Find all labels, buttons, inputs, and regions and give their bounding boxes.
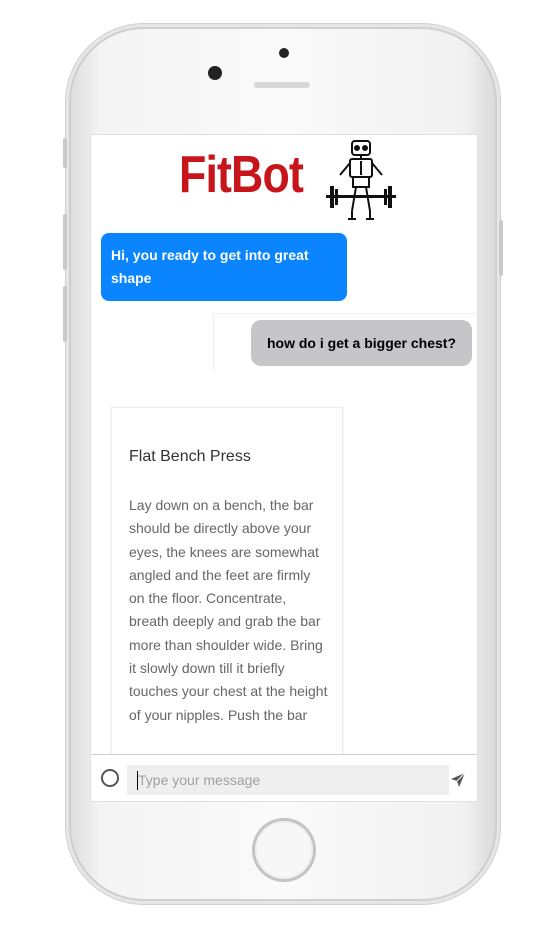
user-message-bubble: how do i get a bigger chest? <box>251 320 472 366</box>
text-caret <box>137 771 138 790</box>
proximity-sensor <box>279 48 289 58</box>
message-input[interactable] <box>127 765 449 795</box>
exercise-card: Flat Bench Press Lay down on a bench, th… <box>111 407 343 801</box>
send-icon[interactable] <box>450 772 466 788</box>
mute-switch <box>63 138 67 168</box>
app-header: FitBot <box>91 135 477 225</box>
message-composer <box>91 754 477 801</box>
home-button[interactable] <box>252 818 316 882</box>
power-button <box>499 220 503 276</box>
chat-screen: FitBot Hi, you ready to get into great s… <box>90 134 478 802</box>
front-camera <box>208 66 222 80</box>
circle-icon[interactable] <box>101 769 119 787</box>
volume-up-button <box>63 214 67 270</box>
exercise-title: Flat Bench Press <box>129 448 251 465</box>
volume-down-button <box>63 286 67 342</box>
bot-message-bubble: Hi, you ready to get into great shape <box>101 233 347 301</box>
exercise-description: Lay down on a bench, the bar should be d… <box>129 497 328 723</box>
robot-barbell-icon <box>326 140 396 220</box>
app-logo: FitBot <box>179 146 304 204</box>
earpiece-speaker <box>254 82 310 88</box>
